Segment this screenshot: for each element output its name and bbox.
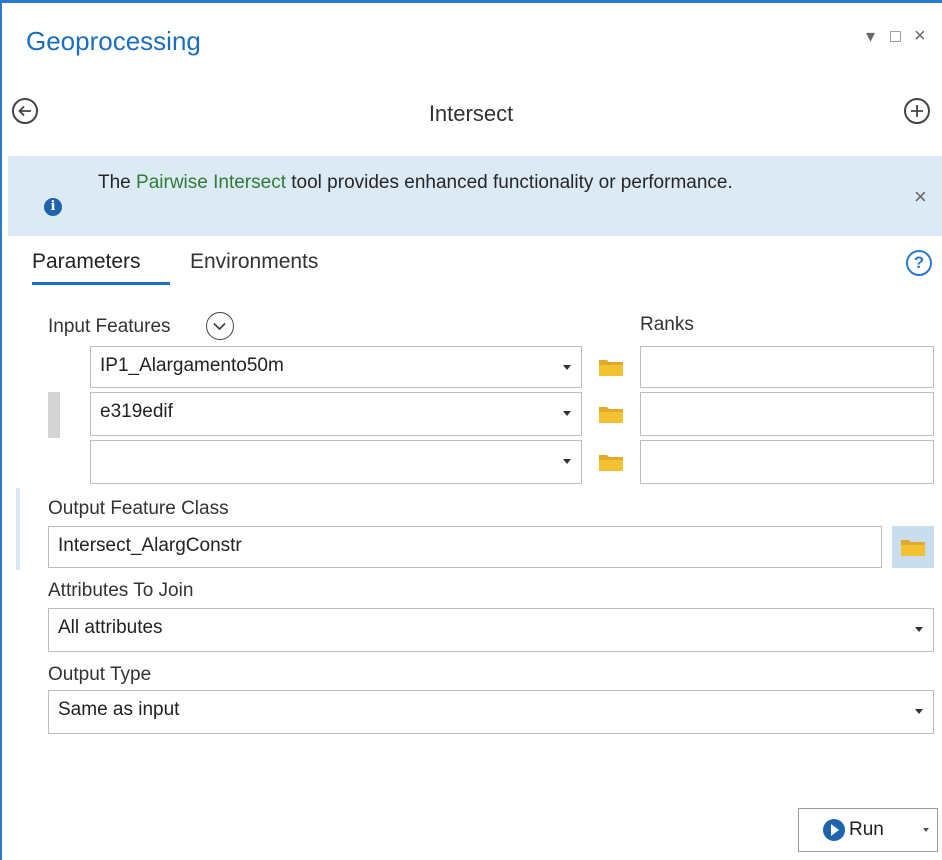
tool-title: Intersect <box>428 101 514 126</box>
plus-icon <box>911 105 923 117</box>
chevron-down-icon[interactable] <box>206 312 234 340</box>
run-label: Run <box>849 819 884 840</box>
play-icon <box>823 819 845 841</box>
caret-down-icon <box>563 459 571 464</box>
info-icon: i <box>44 198 62 216</box>
output-feature-class-label: Output Feature Class <box>48 498 229 519</box>
run-button[interactable]: Run <box>798 808 938 852</box>
banner-text-start: The <box>98 172 137 193</box>
parameter-focus-marker <box>16 488 20 570</box>
input-feature-value-1: IP1_Alargamento50m <box>100 355 284 376</box>
folder-icon[interactable] <box>598 451 624 473</box>
browse-output-button[interactable] <box>892 526 934 568</box>
input-feature-dropdown-2[interactable]: e319edif <box>90 392 582 436</box>
caret-down-icon <box>915 627 923 632</box>
output-feature-class-input[interactable]: Intersect_AlargConstr <box>48 526 882 568</box>
output-type-select[interactable]: Same as input <box>48 690 934 734</box>
output-feature-class-value: Intersect_AlargConstr <box>58 535 242 556</box>
attributes-to-join-value: All attributes <box>58 617 163 638</box>
caret-down-icon <box>563 411 571 416</box>
rank-field-3[interactable] <box>640 440 934 484</box>
ranks-label: Ranks <box>640 314 694 335</box>
run-options-chevron-icon[interactable] <box>923 828 929 832</box>
input-feature-value-2: e319edif <box>100 401 173 422</box>
output-type-label: Output Type <box>48 664 152 685</box>
rank-field-1[interactable] <box>640 346 934 388</box>
rank-field-2[interactable] <box>640 392 934 436</box>
banner-text-end: tool provides enhanced functionality or … <box>285 172 733 193</box>
dismiss-banner-icon[interactable]: × <box>914 184 927 210</box>
close-pane-icon[interactable]: × <box>914 26 926 46</box>
folder-icon[interactable] <box>598 356 624 378</box>
input-feature-dropdown-3[interactable] <box>90 440 582 484</box>
caret-down-icon <box>563 365 571 370</box>
input-features-label: Input Features <box>48 316 171 337</box>
pane-title: Geoprocessing <box>26 26 201 56</box>
pairwise-intersect-link[interactable]: Pairwise Intersect <box>136 172 286 193</box>
add-icon[interactable] <box>904 98 930 124</box>
input-feature-dropdown-1[interactable]: IP1_Alargamento50m <box>90 346 582 388</box>
window-top-border <box>0 0 942 3</box>
attributes-to-join-select[interactable]: All attributes <box>48 608 934 652</box>
chevron-glyph <box>213 322 226 331</box>
banner-message: The Pairwise Intersect tool provides enh… <box>98 168 798 198</box>
help-icon[interactable]: ? <box>906 250 932 276</box>
folder-icon[interactable] <box>598 403 624 425</box>
row-drag-handle[interactable] <box>48 392 60 438</box>
tab-parameters[interactable]: Parameters <box>32 250 141 274</box>
caret-down-icon <box>915 709 923 714</box>
maximize-icon[interactable]: □ <box>890 26 901 46</box>
active-tab-indicator <box>32 282 170 285</box>
output-type-value: Same as input <box>58 699 180 720</box>
window-left-border <box>0 0 2 860</box>
attributes-to-join-label: Attributes To Join <box>48 580 194 601</box>
folder-icon <box>901 540 925 556</box>
pane-options-icon[interactable]: ▾ <box>866 26 875 46</box>
tab-environments[interactable]: Environments <box>190 250 318 274</box>
